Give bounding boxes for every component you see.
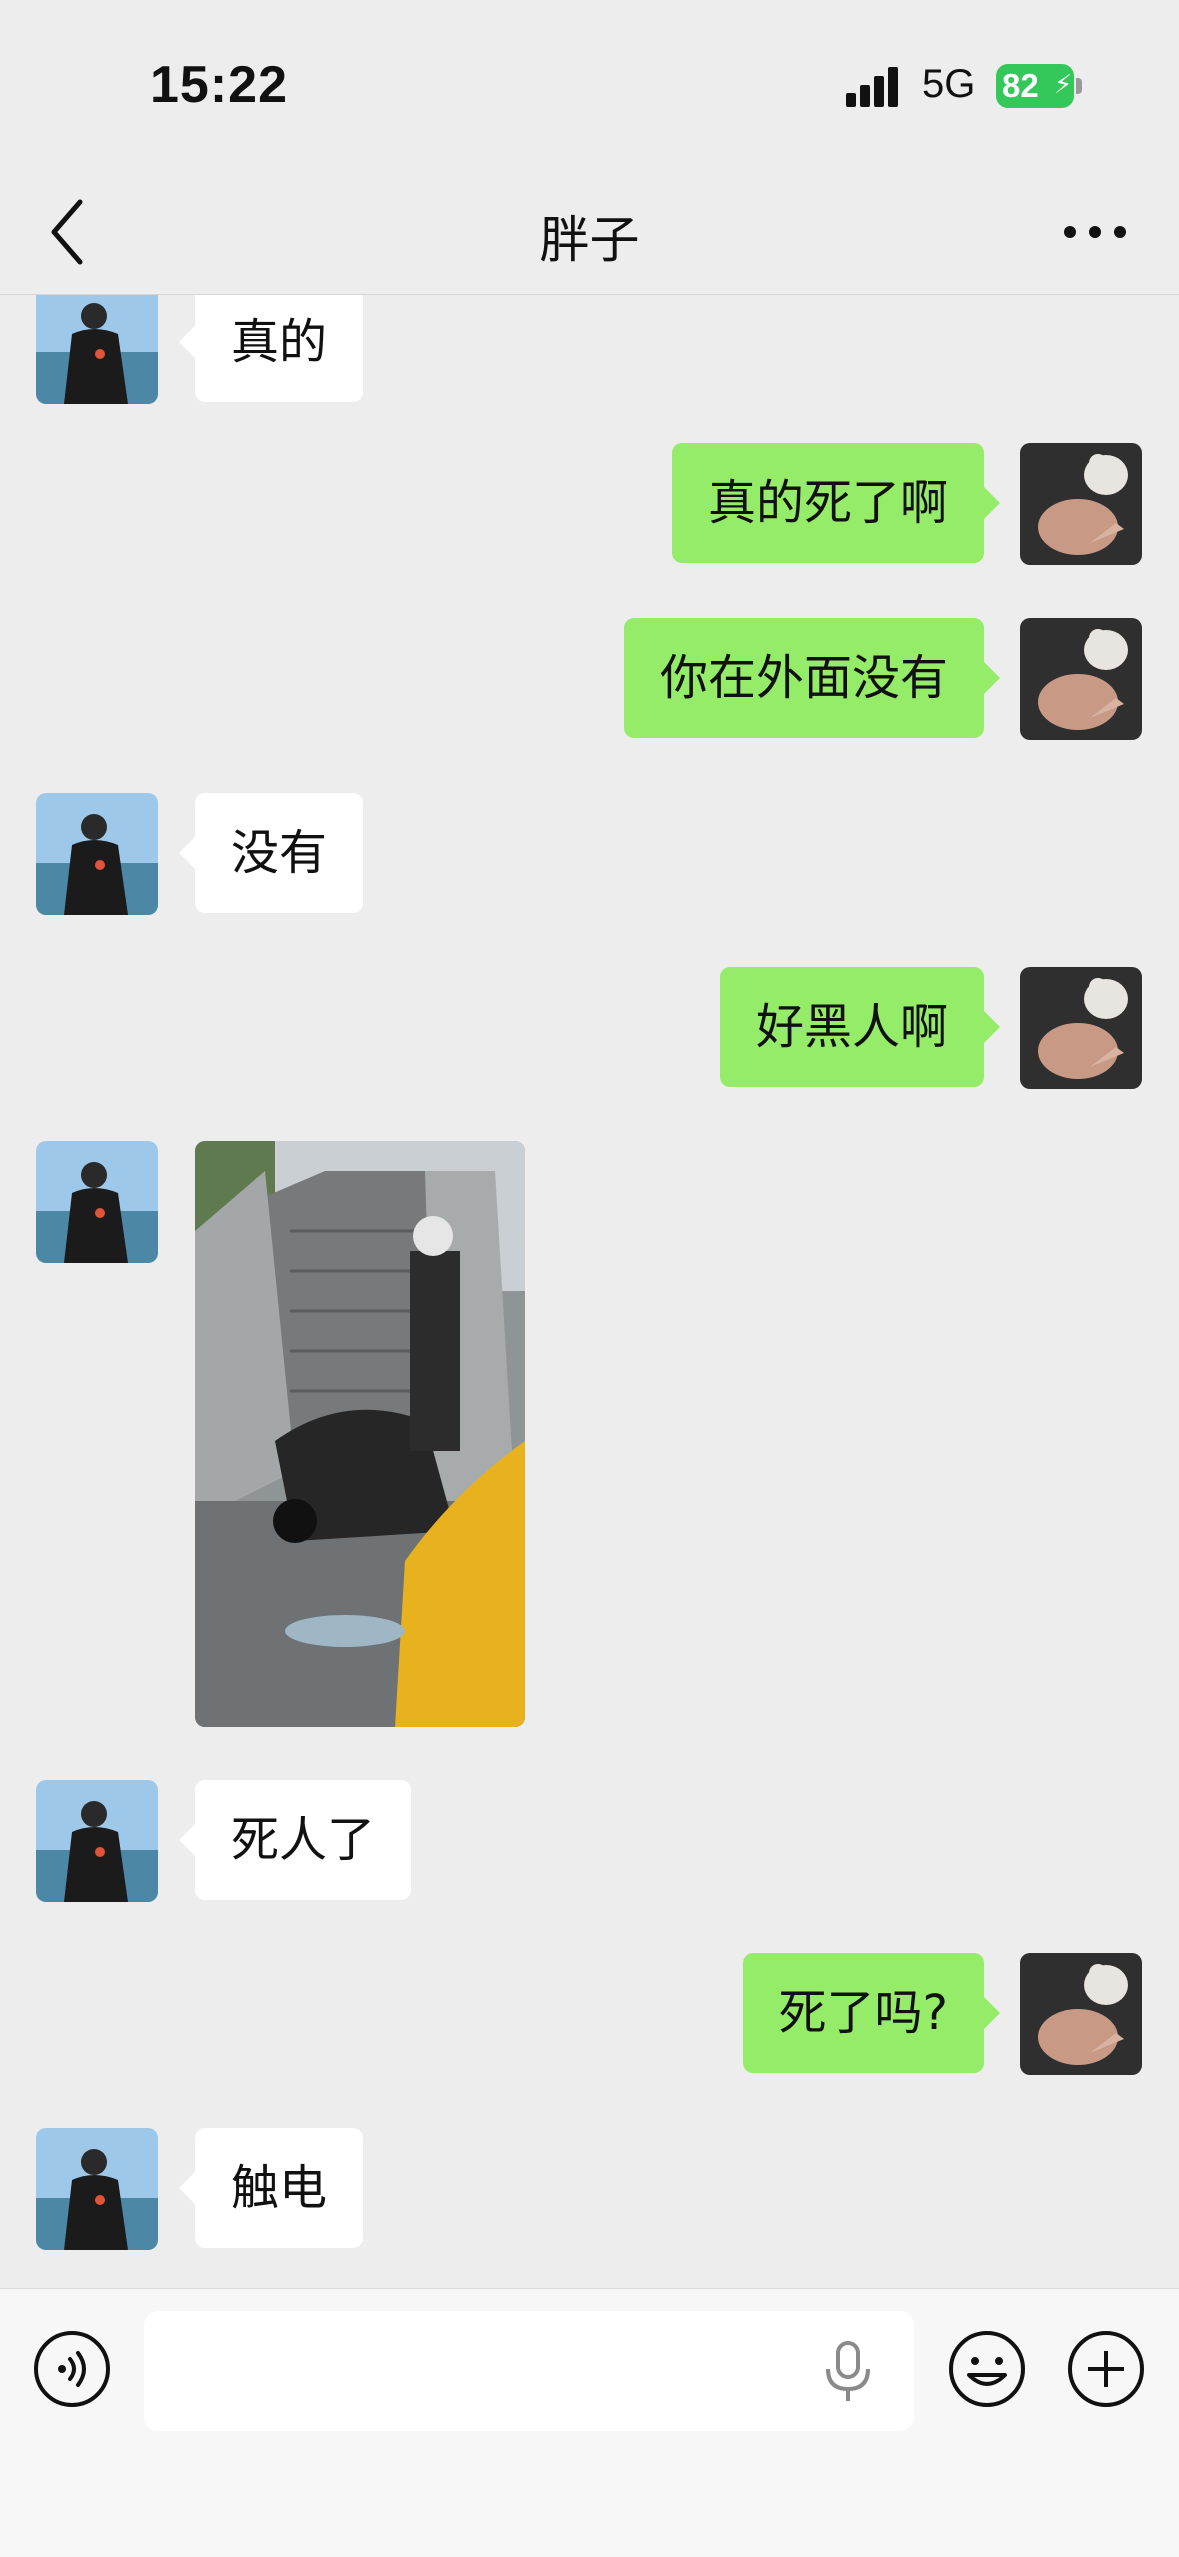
contact-avatar[interactable] <box>36 2128 158 2250</box>
mic-icon[interactable] <box>820 2337 876 2407</box>
status-bar: 15:22 5G 82 ⚡ <box>0 0 1179 170</box>
photo-thumbnail <box>195 1141 525 1727</box>
more-dots-icon <box>1064 226 1126 238</box>
network-type: 5G <box>922 62 976 106</box>
message-bubble-incoming[interactable]: 死人了 <box>178 1780 412 1900</box>
nav-bar: 胖子 <box>0 170 1179 295</box>
message-image[interactable] <box>195 1141 525 1727</box>
message-bubble-incoming[interactable]: 触电 <box>178 2128 364 2248</box>
plus-icon <box>1068 2331 1144 2407</box>
message-bubble-outgoing[interactable]: 好黑人啊 <box>719 967 1001 1087</box>
chat-title: 胖子 <box>539 211 640 269</box>
message-bubble-outgoing[interactable]: 真的死了啊 <box>671 443 1001 563</box>
contact-avatar[interactable] <box>36 295 158 404</box>
my-avatar[interactable] <box>1020 618 1142 740</box>
message-bubble-outgoing[interactable]: 你在外面没有 <box>623 618 1001 738</box>
emoji-icon <box>949 2331 1025 2407</box>
contact-avatar[interactable] <box>36 793 158 915</box>
my-avatar[interactable] <box>1020 967 1142 1089</box>
message-bubble-incoming[interactable]: 真的 <box>178 295 364 402</box>
plus-button[interactable] <box>1066 2329 1146 2409</box>
my-avatar[interactable] <box>1020 443 1142 565</box>
contact-avatar[interactable] <box>36 1780 158 1902</box>
contact-avatar[interactable] <box>36 1141 158 1263</box>
charging-bolt-icon: ⚡ <box>1054 70 1073 100</box>
input-bar <box>0 2288 1179 2557</box>
chat-message-list[interactable]: 真的 真的死了啊 你在外面没有 没有 好黑人啊 死人了 死了吗? 触电 <box>0 295 1179 2295</box>
emoji-button[interactable] <box>947 2329 1027 2409</box>
status-time: 15:22 <box>150 56 288 114</box>
message-input[interactable] <box>144 2311 914 2431</box>
message-bubble-incoming[interactable]: 没有 <box>178 793 364 913</box>
my-avatar[interactable] <box>1020 1953 1142 2075</box>
signal-icon <box>846 65 906 107</box>
message-bubble-outgoing[interactable]: 死了吗? <box>742 1953 1001 2073</box>
battery-tip <box>1076 78 1082 94</box>
voice-icon <box>34 2331 110 2407</box>
voice-button[interactable] <box>32 2329 112 2409</box>
more-button[interactable] <box>1060 210 1130 254</box>
